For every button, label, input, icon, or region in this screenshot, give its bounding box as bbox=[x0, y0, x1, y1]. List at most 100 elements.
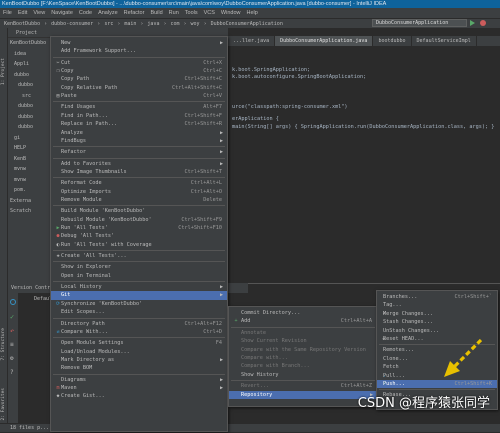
project-tree-item[interactable]: Scratch bbox=[10, 208, 31, 214]
menu-navigate[interactable]: Navigate bbox=[48, 8, 76, 18]
structure-tool-button[interactable]: 7: Structure bbox=[1, 328, 6, 361]
ctx-item-create-all-tests[interactable]: ✚ Create 'All Tests'... bbox=[51, 252, 227, 260]
menu-code[interactable]: Code bbox=[76, 8, 95, 18]
breadcrumb-com[interactable]: com bbox=[166, 19, 183, 28]
ctx-item-refactor[interactable]: Refactor ▶ bbox=[51, 148, 227, 156]
breadcrumb-woy[interactable]: woy bbox=[187, 19, 204, 28]
ctx-item-optimize-imports[interactable]: Optimize Imports Ctrl+Alt+O bbox=[51, 188, 227, 196]
breadcrumb-dubboconsumerapplication[interactable]: DubboConsumerApplication bbox=[207, 19, 287, 28]
git-item-add[interactable]: + Add Ctrl+Alt+A bbox=[229, 317, 377, 325]
breadcrumb-kenbootdubbo[interactable]: KenBootDubbo bbox=[0, 19, 44, 28]
project-tree-item[interactable]: dubbo bbox=[14, 72, 29, 78]
tab-ller-java[interactable]: ...ller.java bbox=[228, 36, 276, 46]
menu-refactor[interactable]: Refactor bbox=[121, 8, 148, 18]
breadcrumb-main[interactable]: main bbox=[120, 19, 140, 28]
ctx-item-findbugs[interactable]: FindBugs ▶ bbox=[51, 137, 227, 145]
project-tree-item[interactable]: dubbo bbox=[18, 114, 33, 120]
ctx-item-create-gist[interactable]: ◆ Create Gist... bbox=[51, 392, 227, 400]
ctx-item-open-in-terminal[interactable]: Open in Terminal bbox=[51, 272, 227, 280]
ctx-item-local-history[interactable]: Local History ▶ bbox=[51, 283, 227, 291]
project-tree-item[interactable]: mvnw bbox=[14, 166, 26, 172]
menu-window[interactable]: Window bbox=[218, 8, 244, 18]
ctx-item-directory-path[interactable]: Directory Path Ctrl+Alt+F12 bbox=[51, 320, 227, 328]
ctx-item-show-image-thumbnails[interactable]: Show Image Thumbnails Ctrl+Shift+T bbox=[51, 168, 227, 176]
git-item-compare-with[interactable]: Compare with... bbox=[229, 354, 377, 362]
ctx-item-replace-in-path[interactable]: Replace in Path... Ctrl+Shift+R bbox=[51, 120, 227, 128]
project-tree-item[interactable]: mvnw bbox=[14, 177, 26, 183]
ctx-item-maven[interactable]: m Maven ▶ bbox=[51, 384, 227, 392]
breadcrumb-src[interactable]: src bbox=[100, 19, 117, 28]
ctx-item-run-all-tests-with-coverage[interactable]: ◐ Run 'All Tests' with Coverage bbox=[51, 241, 227, 249]
menu-tools[interactable]: Tools bbox=[182, 8, 201, 18]
project-tree-item[interactable]: HELP bbox=[14, 145, 26, 151]
git-item-annotate[interactable]: Annotate bbox=[229, 329, 377, 337]
menu-build[interactable]: Build bbox=[147, 8, 165, 18]
project-tree-item[interactable]: dubbo bbox=[18, 103, 33, 109]
settings-icon[interactable]: ⚙ bbox=[10, 355, 14, 362]
code-editor[interactable]: k.boot.SpringApplication; k.boot.autoconf… bbox=[228, 46, 500, 283]
ctx-item-run-all-tests[interactable]: ▶ Run 'All Tests' Ctrl+Shift+F10 bbox=[51, 224, 227, 232]
ctx-item-open-module-settings[interactable]: Open Module Settings F4 bbox=[51, 339, 227, 347]
repo-item-unstash-changes[interactable]: UnStash Changes... bbox=[377, 327, 497, 335]
ctx-item-diagrams[interactable]: Diagrams ▶ bbox=[51, 376, 227, 384]
project-tree-item[interactable]: Appli bbox=[14, 61, 29, 67]
run-config-selector[interactable]: DubboConsumerApplication bbox=[372, 19, 467, 27]
ctx-item-add-framework-support[interactable]: Add Framework Support... bbox=[51, 47, 227, 55]
ctx-item-paste[interactable]: ▤ Paste Ctrl+V bbox=[51, 92, 227, 100]
undo-icon[interactable]: ↶ bbox=[10, 327, 14, 335]
ctx-item-analyze[interactable]: Analyze ▶ bbox=[51, 129, 227, 137]
project-tree-item[interactable]: KenBootDubbo bbox=[10, 40, 46, 46]
ctx-item-load-unload-modules[interactable]: Load/Unload Modules... bbox=[51, 348, 227, 356]
ctx-item-remove-module[interactable]: Remove Module Delete bbox=[51, 196, 227, 204]
repo-item-stash-changes[interactable]: Stash Changes... bbox=[377, 318, 497, 326]
ctx-item-debug-all-tests[interactable]: ● Debug 'All Tests' bbox=[51, 232, 227, 240]
menu-edit[interactable]: Edit bbox=[15, 8, 30, 18]
ctx-item-find-usages[interactable]: Find Usages Alt+F7 bbox=[51, 103, 227, 111]
project-tree-item[interactable]: KenB bbox=[14, 156, 26, 162]
git-item-compare-with-branch[interactable]: Compare with Branch... bbox=[229, 362, 377, 370]
menu-file[interactable]: File bbox=[0, 8, 15, 18]
diff-icon[interactable]: ≡ bbox=[10, 341, 14, 348]
git-item-compare-with-the-same-repository-version[interactable]: Compare with the Same Repository Version bbox=[229, 346, 377, 354]
tab-dubboconsumerapplication-java[interactable]: DubboConsumerApplication.java bbox=[275, 36, 374, 46]
project-tree-item[interactable]: Externa bbox=[10, 198, 31, 204]
ctx-item-remove-bom[interactable]: Remove BOM bbox=[51, 364, 227, 372]
ctx-item-git[interactable]: Git ▶ bbox=[51, 291, 227, 300]
menu-view[interactable]: View bbox=[30, 8, 48, 18]
ctx-item-copy-path[interactable]: Copy Path Ctrl+Shift+C bbox=[51, 75, 227, 83]
debug-icon[interactable] bbox=[480, 20, 486, 26]
ctx-item-cut[interactable]: ✂ Cut Ctrl+X bbox=[51, 59, 227, 67]
ctx-item-rebuild-module-kenbootdubbo[interactable]: Rebuild Module 'KenBootDubbo' Ctrl+Shift+… bbox=[51, 216, 227, 224]
tab-bootdubbo[interactable]: bootdubbo bbox=[373, 36, 412, 46]
ctx-item-new[interactable]: New ▶ bbox=[51, 39, 227, 47]
ctx-item-edit-scopes[interactable]: Edit Scopes... bbox=[51, 308, 227, 316]
ctx-item-add-to-favorites[interactable]: Add to Favorites ▶ bbox=[51, 160, 227, 168]
refresh-icon[interactable] bbox=[10, 299, 16, 305]
breadcrumb-java[interactable]: java bbox=[143, 19, 163, 28]
help-icon[interactable]: ? bbox=[10, 369, 14, 376]
check-icon[interactable]: ✓ bbox=[10, 313, 14, 321]
ctx-item-compare-with[interactable]: ⇄ Compare With... Ctrl+D bbox=[51, 328, 227, 336]
project-tree-item[interactable]: dubbo bbox=[18, 124, 33, 130]
ctx-item-copy-relative-path[interactable]: Copy Relative Path Ctrl+Alt+Shift+C bbox=[51, 84, 227, 92]
ctx-item-find-in-path[interactable]: Find in Path... Ctrl+Shift+F bbox=[51, 112, 227, 120]
ctx-item-build-module-kenbootdubbo[interactable]: Build Module 'KenBootDubbo' bbox=[51, 207, 227, 215]
repo-item-branches[interactable]: Branches... Ctrl+Shift+` bbox=[377, 293, 497, 301]
favorites-tool-button[interactable]: 2: Favorites bbox=[1, 388, 6, 421]
project-tree-item[interactable]: pom. bbox=[14, 187, 26, 193]
ctx-item-synchronize-kenbootdubbo[interactable]: ⟳ Synchronize 'KenBootDubbo' bbox=[51, 300, 227, 308]
ctx-item-show-in-explorer[interactable]: Show in Explorer bbox=[51, 263, 227, 271]
git-item-show-current-revision[interactable]: Show Current Revision bbox=[229, 337, 377, 345]
tab-defaultserviceimpl[interactable]: DefaultServiceImpl bbox=[412, 36, 477, 46]
project-tree-item[interactable]: dubbo bbox=[18, 82, 33, 88]
project-tool-button[interactable]: 1: Project bbox=[1, 58, 6, 85]
menu-help[interactable]: Help bbox=[243, 8, 260, 18]
project-tree-item[interactable]: src bbox=[22, 93, 31, 99]
repo-item-tag[interactable]: Tag... bbox=[377, 301, 497, 309]
repo-item-merge-changes[interactable]: ⑂ Merge Changes... bbox=[377, 310, 497, 318]
project-tree-item[interactable]: gi bbox=[14, 135, 20, 141]
git-item-revert[interactable]: Revert... Ctrl+Alt+Z bbox=[229, 382, 377, 390]
git-item-repository[interactable]: Repository ▶ bbox=[229, 390, 377, 399]
ctx-item-copy[interactable]: ❐ Copy Ctrl+C bbox=[51, 67, 227, 75]
project-tree-item[interactable]: idea bbox=[14, 51, 26, 57]
